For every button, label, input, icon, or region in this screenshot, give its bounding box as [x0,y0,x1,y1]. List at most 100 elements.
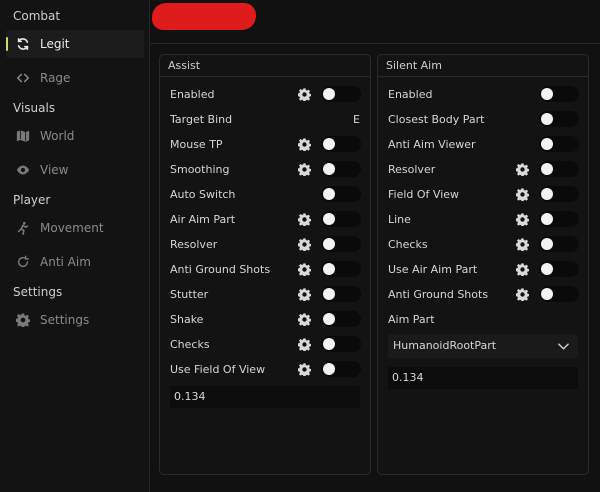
toggle-switch[interactable] [539,286,579,302]
toggle-knob [541,238,553,250]
toggle-switch[interactable] [321,361,361,377]
toggle-switch[interactable] [321,236,361,252]
sidebar-item-rage[interactable]: Rage [6,64,144,92]
sidebar-item-legit[interactable]: Legit [6,30,144,58]
toggle-knob [323,363,335,375]
gear-icon[interactable] [298,237,311,251]
gear-icon[interactable] [298,287,311,301]
toggle-knob [541,163,553,175]
section-label-combat: Combat [13,9,61,23]
setting-label: Shake [170,312,204,326]
setting-row: Stutter [160,284,370,304]
setting-row: Field Of View [378,184,588,204]
gear-icon[interactable] [298,262,311,276]
toggle-knob [323,338,335,350]
toggle-switch[interactable] [321,286,361,302]
toggle-switch[interactable] [321,136,361,152]
gear-icon[interactable] [516,212,529,226]
gear-icon[interactable] [298,362,311,376]
sidebar-item-label: World [40,129,75,143]
sidebar-item-anti-aim[interactable]: Anti Aim [6,248,144,276]
toggle-knob [323,263,335,275]
section-label-visuals: Visuals [13,101,56,115]
toggle-knob [541,288,553,300]
gear-icon[interactable] [298,212,311,226]
setting-label: Anti Ground Shots [170,262,271,276]
setting-label: Anti Ground Shots [388,287,489,301]
toggle-knob [323,238,335,250]
sidebar-item-label: Legit [40,37,70,51]
setting-label: Enabled [388,87,433,101]
section-label-player: Player [13,193,51,207]
toggle-switch[interactable] [539,111,579,127]
setting-row: Air Aim Part [160,209,370,229]
setting-row: Use Field Of View [160,359,370,379]
toggle-knob [541,188,553,200]
redacted-title [152,3,256,30]
setting-row: Aim Part [378,309,588,329]
setting-row: Resolver [378,159,588,179]
fov-value-input[interactable]: 0.134 [170,386,360,408]
toggle-switch[interactable] [539,86,579,102]
toggle-knob [541,263,553,275]
toggle-knob [323,288,335,300]
gear-icon[interactable] [298,137,311,151]
setting-label: Checks [170,337,210,351]
gear-icon [16,313,30,327]
toggle-switch[interactable] [321,86,361,102]
toggle-switch[interactable] [539,136,579,152]
setting-label: Use Air Aim Part [388,262,478,276]
setting-row: Checks [378,234,588,254]
sidebar-item-movement[interactable]: Movement [6,214,144,242]
toggle-switch[interactable] [321,261,361,277]
keybind-value[interactable]: E [353,113,360,126]
setting-label: Enabled [170,87,215,101]
fov-value-input[interactable]: 0.134 [388,367,578,389]
gear-icon[interactable] [516,162,529,176]
setting-row: Closest Body Part [378,109,588,129]
assist-panel: Assist Enabled Target Bind E Mouse TP Smooth… [159,54,371,475]
sidebar-item-view[interactable]: View [6,156,144,184]
toggle-knob [323,88,335,100]
sidebar-item-settings[interactable]: Settings [6,306,144,334]
setting-row: Anti Aim Viewer [378,134,588,154]
setting-row: Smoothing [160,159,370,179]
gear-icon[interactable] [298,337,311,351]
toggle-switch[interactable] [539,186,579,202]
setting-label: Auto Switch [170,187,236,201]
gear-icon[interactable] [298,87,311,101]
setting-label: Stutter [170,287,209,301]
sidebar-item-world[interactable]: World [6,122,144,150]
toggle-switch[interactable] [539,211,579,227]
setting-label: Resolver [170,237,218,251]
panel-title: Assist [160,55,370,77]
topbar [150,0,600,44]
code-brackets-icon [16,71,30,85]
toggle-switch[interactable] [321,211,361,227]
setting-row: Mouse TP [160,134,370,154]
gear-icon[interactable] [298,162,311,176]
toggle-switch[interactable] [539,161,579,177]
gear-icon[interactable] [516,262,529,276]
setting-label: Anti Aim Viewer [388,137,476,151]
toggle-knob [323,138,335,150]
toggle-switch[interactable] [321,311,361,327]
setting-row: Use Air Aim Part [378,259,588,279]
sidebar-item-label: Movement [40,221,104,235]
setting-label: Closest Body Part [388,112,485,126]
toggle-switch[interactable] [321,186,361,202]
toggle-switch[interactable] [321,161,361,177]
aim-part-dropdown[interactable]: HumanoidRootPart [388,334,578,358]
toggle-knob [541,138,553,150]
toggle-knob [541,113,553,125]
toggle-switch[interactable] [539,236,579,252]
toggle-switch[interactable] [321,336,361,352]
gear-icon[interactable] [298,312,311,326]
gear-icon[interactable] [516,237,529,251]
setting-label: Use Field Of View [170,362,266,376]
chevron-down-icon [558,334,569,358]
toggle-switch[interactable] [539,261,579,277]
gear-icon[interactable] [516,287,529,301]
setting-label: Smoothing [170,162,230,176]
gear-icon[interactable] [516,187,529,201]
